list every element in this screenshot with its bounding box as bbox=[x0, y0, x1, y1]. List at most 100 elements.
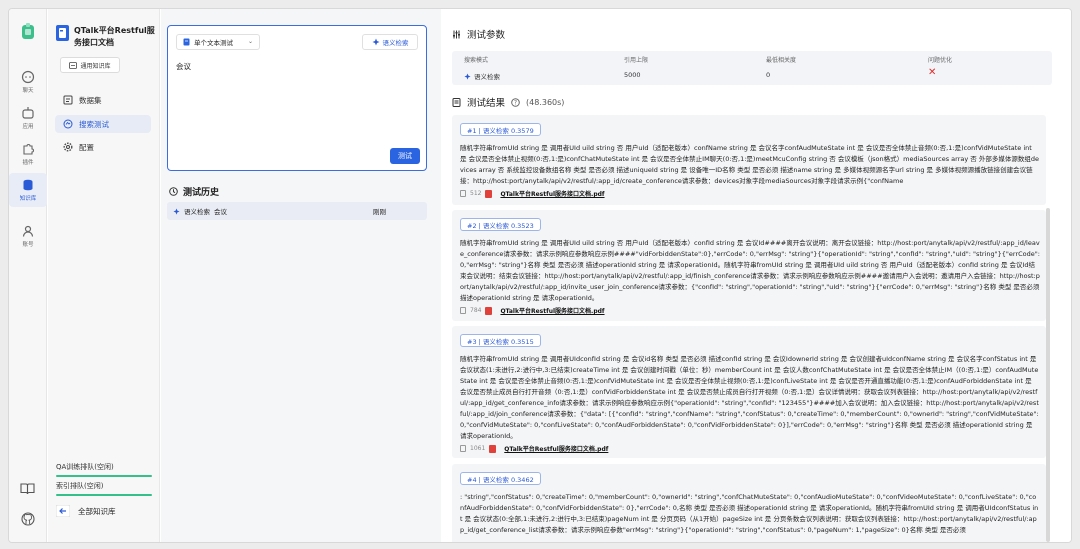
result-card[interactable]: #1 | 语义检索 0.3579 随机字符串fromUId string 是 调… bbox=[452, 115, 1046, 205]
params-table: 搜索模式 引用上限 最低相关度 问题优化 语义检索 5000 0 ✕ bbox=[452, 51, 1052, 85]
result-count: 512 bbox=[470, 190, 482, 197]
result-tag: #2 | 语义检索 0.3523 bbox=[460, 218, 541, 231]
result-tag: #4 | 语义检索 0.3462 bbox=[460, 472, 541, 485]
robot-icon bbox=[22, 107, 34, 119]
result-tag: #3 | 语义检索 0.3515 bbox=[460, 334, 541, 347]
result-file[interactable]: QTalk平台Restful服务接口文档.pdf bbox=[500, 306, 604, 315]
results-panel: 测试参数 搜索模式 引用上限 最低相关度 问题优化 语义检索 5000 0 ✕ … bbox=[442, 9, 1071, 542]
nav-item-search-test[interactable]: 搜索测试 bbox=[55, 115, 151, 133]
search-test-icon bbox=[63, 119, 73, 129]
results-elapsed: (48.360s) bbox=[526, 97, 565, 107]
history-row[interactable]: 语义检索 会议 刚刚 bbox=[167, 202, 427, 220]
queue-label: QA训练排队(空闲) bbox=[56, 463, 114, 471]
result-text: 随机字符串fromUId string 是 调用者UId uild string… bbox=[460, 239, 1040, 302]
result-footer: 1061 QTalk平台Restful服务接口文档.pdf bbox=[460, 444, 608, 453]
nav-label: 数据集 bbox=[79, 95, 102, 105]
rail-item-chat[interactable]: 聊天 bbox=[9, 65, 47, 99]
param-min-score: 0 bbox=[766, 71, 771, 79]
rail-item-label: 聊天 bbox=[22, 88, 34, 94]
rail-item-label: 知识库 bbox=[19, 196, 37, 202]
nav-item-config[interactable]: 配置 bbox=[55, 138, 151, 156]
queue-label: 索引排队(空闲) bbox=[56, 482, 104, 490]
rail-item-label: 应用 bbox=[22, 124, 34, 130]
result-count: 1061 bbox=[470, 445, 486, 452]
back-to-all-kb[interactable]: 全部知识库 bbox=[56, 505, 116, 517]
result-footer: 512 QTalk平台Restful服务接口文档.pdf bbox=[460, 189, 605, 198]
rail-item-knowledge[interactable]: 知识库 bbox=[9, 173, 47, 207]
nav-label: 搜索测试 bbox=[79, 119, 109, 129]
kb-tag: 通用知识库 bbox=[60, 57, 120, 73]
history-time: 刚刚 bbox=[373, 208, 386, 216]
param-limit: 5000 bbox=[624, 71, 641, 79]
history-mode: 语义检索 bbox=[184, 208, 210, 216]
chunk-icon bbox=[460, 445, 466, 452]
chat-icon bbox=[21, 70, 35, 84]
semantic-icon bbox=[173, 207, 180, 215]
param-header: 搜索模式 bbox=[464, 57, 489, 64]
app-window: 聊天 应用 插件 知识库 账号 QTalk平台Restful服务接口文档 通用知… bbox=[8, 8, 1072, 543]
result-tag: #1 | 语义检索 0.3579 bbox=[460, 123, 541, 136]
rail-item-account[interactable]: 账号 bbox=[9, 219, 47, 253]
result-card[interactable]: #3 | 语义检索 0.3515 随机字符串fromUId string 是 调… bbox=[452, 326, 1046, 458]
queue-progress-bar bbox=[56, 475, 152, 477]
nav-label: 配置 bbox=[79, 142, 94, 152]
rail-item-plugins[interactable]: 插件 bbox=[9, 137, 47, 171]
nav-item-dataset[interactable]: 数据集 bbox=[55, 91, 151, 109]
book-icon[interactable] bbox=[20, 482, 35, 495]
rail-item-apps[interactable]: 应用 bbox=[9, 101, 47, 135]
semantic-search-button[interactable]: 语义检索 bbox=[362, 34, 418, 50]
puzzle-icon bbox=[23, 144, 34, 155]
help-icon[interactable]: ? bbox=[511, 97, 520, 107]
app-logo-icon bbox=[22, 23, 34, 39]
pdf-icon bbox=[485, 189, 493, 198]
arrow-left-icon bbox=[56, 505, 70, 517]
semantic-icon bbox=[372, 38, 379, 46]
query-card: 单个文本测试 ⌄ 语义检索 会议 测试 bbox=[167, 25, 427, 171]
github-icon[interactable] bbox=[21, 512, 35, 526]
param-header: 问题优化 bbox=[928, 57, 953, 64]
pdf-icon bbox=[485, 306, 493, 315]
result-footer: 784 QTalk平台Restful服务接口文档.pdf bbox=[460, 306, 605, 315]
history-title: 测试历史 bbox=[169, 185, 219, 198]
close-icon: ✕ bbox=[928, 67, 937, 78]
kb-logo-icon bbox=[56, 25, 69, 41]
kb-title: QTalk平台Restful服务接口文档 bbox=[74, 26, 155, 47]
result-card[interactable]: #2 | 语义检索 0.3523 随机字符串fromUId string 是 调… bbox=[452, 210, 1046, 321]
rail-item-label: 插件 bbox=[22, 160, 34, 166]
sliders-icon bbox=[453, 30, 460, 38]
test-input-panel: 单个文本测试 ⌄ 语义检索 会议 测试 测试历史 语义检索 会议 刚刚 bbox=[161, 9, 441, 542]
result-file[interactable]: QTalk平台Restful服务接口文档.pdf bbox=[504, 444, 608, 453]
file-icon bbox=[183, 38, 190, 46]
queue-progress-bar bbox=[56, 494, 152, 496]
kb-header: QTalk平台Restful服务接口文档 bbox=[56, 25, 159, 49]
result-text: : "string","confStatus": 0,"createTime":… bbox=[460, 493, 1039, 534]
document-icon bbox=[452, 97, 461, 107]
back-label: 全部知识库 bbox=[78, 506, 116, 516]
knowledge-sidebar: QTalk平台Restful服务接口文档 通用知识库 数据集 搜索测试 配置 Q… bbox=[48, 9, 160, 542]
chevron-down-icon: ⌄ bbox=[247, 38, 253, 45]
result-file[interactable]: QTalk平台Restful服务接口文档.pdf bbox=[500, 189, 604, 198]
result-count: 784 bbox=[470, 307, 482, 314]
test-mode-select[interactable]: 单个文本测试 ⌄ bbox=[176, 34, 260, 50]
semantic-label: 语义检索 bbox=[382, 39, 409, 47]
dataset-icon bbox=[63, 95, 73, 105]
user-icon bbox=[22, 225, 34, 237]
result-card[interactable]: #4 | 语义检索 0.3462 : "string","confStatus"… bbox=[452, 464, 1046, 542]
param-header: 引用上限 bbox=[624, 57, 649, 64]
chunk-icon bbox=[460, 190, 466, 197]
results-title: 测试结果 ? (48.360s) bbox=[452, 95, 564, 109]
history-query: 会议 bbox=[214, 208, 227, 216]
params-title-label: 测试参数 bbox=[467, 30, 506, 41]
app-rail: 聊天 应用 插件 知识库 账号 bbox=[9, 9, 47, 542]
kb-tag-label: 通用知识库 bbox=[80, 62, 111, 70]
result-text: 随机字符串fromUId string 是 调用者UId uild string… bbox=[460, 144, 1039, 185]
test-mode-label: 单个文本测试 bbox=[194, 39, 233, 47]
test-button[interactable]: 测试 bbox=[390, 148, 420, 164]
query-textarea[interactable]: 会议 bbox=[176, 61, 191, 72]
results-scrollbar[interactable] bbox=[1046, 208, 1050, 542]
result-text: 随机字符串fromUId string 是 调用者UIdconfId strin… bbox=[460, 355, 1039, 440]
results-title-label: 测试结果 bbox=[467, 98, 506, 109]
semantic-icon bbox=[464, 72, 471, 80]
qa-train-queue: QA训练排队(空闲) bbox=[56, 462, 152, 477]
param-mode-value: 语义检索 bbox=[474, 73, 500, 81]
